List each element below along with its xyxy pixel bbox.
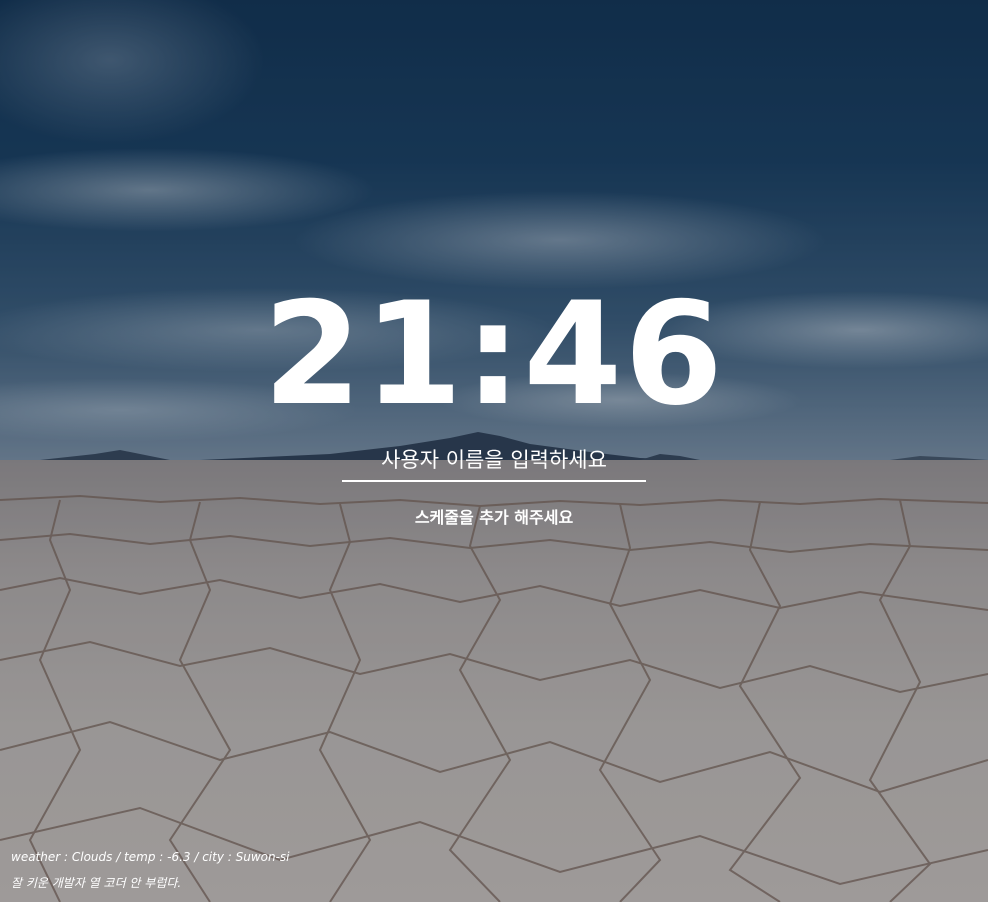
background-scene: 21:46 스케줄을 추가 해주세요 weather : Clouds / te…	[0, 0, 988, 902]
main-content: 21:46 스케줄을 추가 해주세요	[0, 280, 988, 528]
username-input[interactable]	[342, 444, 646, 482]
quote-text: 잘 키운 개발자 열 코더 안 부럽다.	[11, 876, 182, 890]
weather-info: weather : Clouds / temp : -6.3 / city : …	[11, 850, 290, 864]
clock-display: 21:46	[262, 272, 725, 437]
add-schedule-link[interactable]: 스케줄을 추가 해주세요	[0, 504, 988, 528]
name-form	[342, 444, 646, 482]
footer: weather : Clouds / temp : -6.3 / city : …	[11, 844, 290, 896]
